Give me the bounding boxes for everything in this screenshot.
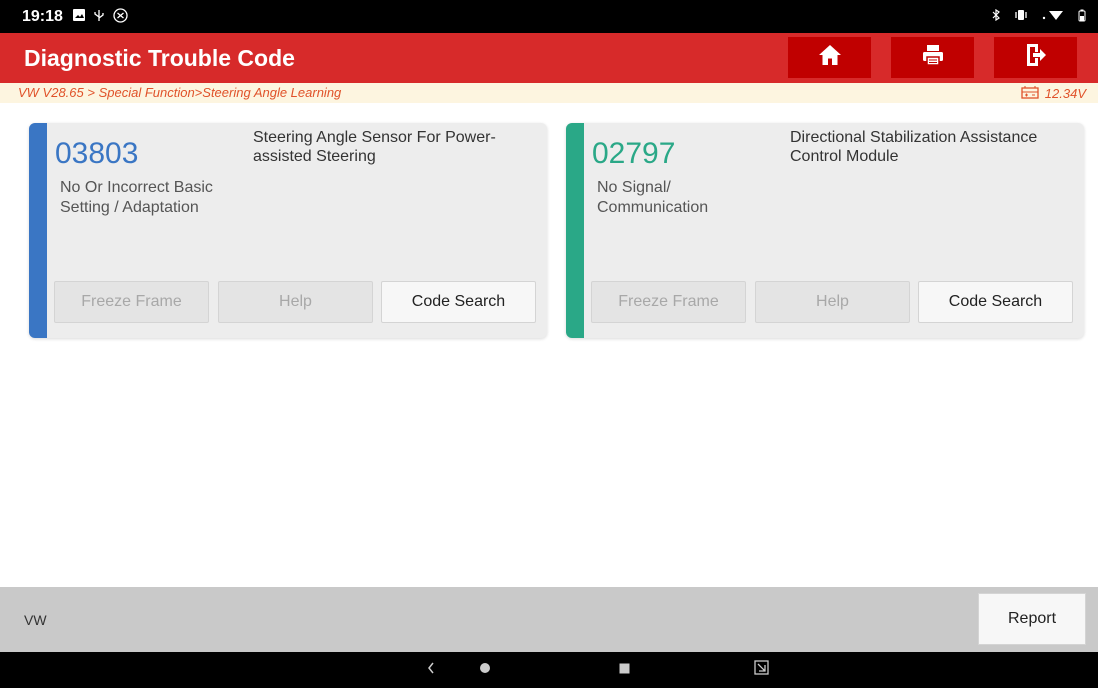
back-button[interactable]: [419, 652, 443, 688]
voltage-display: 12.34V: [1021, 85, 1086, 102]
footer-bar: VW Report: [0, 587, 1098, 652]
code-search-button[interactable]: Code Search: [381, 281, 536, 323]
battery-icon: [1078, 9, 1086, 25]
print-button[interactable]: [891, 37, 974, 78]
dtc-code: 02797: [592, 137, 676, 170]
exit-button[interactable]: [994, 37, 1077, 78]
bluetooth-icon: [992, 8, 1000, 24]
image-icon: [72, 9, 85, 24]
back-icon: [426, 661, 436, 680]
dtc-module: Directional Stabilization Assistance Con…: [790, 129, 1038, 165]
breadcrumb-bar: VW V28.65 > Special Function>Steering An…: [0, 83, 1098, 103]
battery-voltage-icon: [1021, 85, 1039, 102]
dtc-description: No Signal/ Communication: [597, 179, 709, 216]
accessibility-icon: [113, 7, 128, 26]
help-button[interactable]: Help: [755, 281, 910, 323]
help-button[interactable]: Help: [218, 281, 373, 323]
dtc-card: 03803 No Or Incorrect Basic Setting / Ad…: [29, 123, 547, 338]
screenshot-button[interactable]: [748, 652, 774, 688]
report-button[interactable]: Report: [978, 593, 1086, 645]
dtc-description: No Or Incorrect Basic Setting / Adaptati…: [60, 179, 213, 216]
freeze-frame-button[interactable]: Freeze Frame: [54, 281, 209, 323]
recents-square-icon: [619, 661, 630, 679]
home-icon: [818, 44, 842, 71]
header-bar: Diagnostic Trouble Code: [0, 33, 1098, 83]
dtc-card-accent: [566, 123, 584, 338]
status-bar: 19:18: [0, 0, 1098, 33]
dtc-module: Steering Angle Sensor For Power-assisted…: [253, 129, 496, 165]
home-nav-button[interactable]: [473, 652, 497, 688]
dtc-code: 03803: [55, 137, 139, 170]
recents-button[interactable]: [612, 652, 636, 688]
home-circle-icon: [479, 661, 491, 679]
dtc-card: 02797 No Signal/ Communication Direction…: [566, 123, 1084, 338]
code-search-button[interactable]: Code Search: [918, 281, 1073, 323]
android-nav-bar: [0, 652, 1098, 688]
vibrate-icon: [1014, 9, 1028, 24]
exit-icon: [1025, 43, 1047, 72]
print-icon: [922, 44, 944, 71]
usb-icon: [93, 9, 105, 25]
freeze-frame-button[interactable]: Freeze Frame: [591, 281, 746, 323]
screenshot-icon: [753, 660, 769, 680]
home-button[interactable]: [788, 37, 871, 78]
vehicle-make: VW: [24, 612, 47, 628]
breadcrumb: VW V28.65 > Special Function>Steering An…: [18, 85, 342, 100]
wifi-icon: [1042, 9, 1064, 24]
page-title: Diagnostic Trouble Code: [24, 45, 295, 71]
status-time: 19:18: [22, 7, 63, 25]
voltage-value: 12.34V: [1044, 86, 1086, 101]
dtc-card-accent: [29, 123, 47, 338]
